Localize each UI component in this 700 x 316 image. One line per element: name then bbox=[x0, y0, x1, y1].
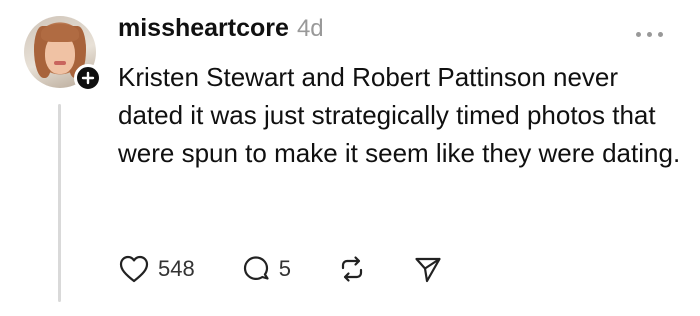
post-card: missheartcore 4d Kristen Stewart and Rob… bbox=[0, 0, 700, 316]
post-text: Kristen Stewart and Robert Pattinson nev… bbox=[118, 62, 681, 168]
repost-button[interactable] bbox=[337, 254, 367, 284]
more-options-button[interactable] bbox=[636, 28, 672, 40]
timestamp: 4d bbox=[296, 15, 324, 42]
follow-button[interactable] bbox=[74, 64, 102, 92]
more-dot bbox=[647, 31, 652, 37]
share-icon bbox=[415, 257, 441, 283]
heart-icon bbox=[119, 255, 149, 283]
like-button[interactable]: 548 bbox=[118, 254, 195, 284]
avatar-lips bbox=[54, 61, 66, 65]
reply-button[interactable]: 5 bbox=[241, 254, 291, 284]
repost-icon bbox=[341, 256, 363, 282]
thread-line bbox=[58, 104, 61, 302]
username[interactable]: missheartcore bbox=[118, 14, 289, 43]
more-dot bbox=[658, 31, 663, 37]
post-header: missheartcore 4d bbox=[118, 14, 324, 50]
more-dot bbox=[636, 31, 641, 37]
avatar-hair bbox=[41, 24, 79, 42]
share-button[interactable] bbox=[413, 254, 443, 284]
avatar-container bbox=[24, 16, 102, 92]
comment-icon bbox=[243, 256, 269, 280]
reply-count: 5 bbox=[278, 256, 291, 281]
plus-icon bbox=[81, 71, 95, 85]
action-bar: 548 5 bbox=[118, 251, 489, 287]
like-count: 548 bbox=[158, 256, 195, 281]
